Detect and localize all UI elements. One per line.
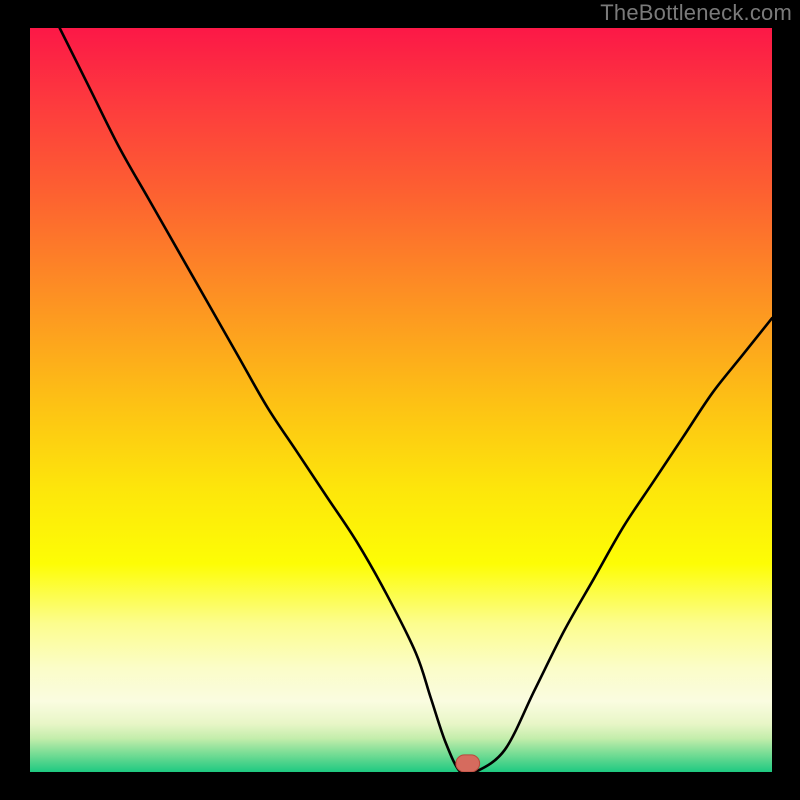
bottleneck-curve-chart bbox=[30, 28, 772, 772]
watermark-text: TheBottleneck.com bbox=[600, 0, 792, 26]
plot-area bbox=[30, 28, 772, 772]
chart-frame: TheBottleneck.com bbox=[0, 0, 800, 800]
optimal-point-marker bbox=[456, 755, 480, 772]
gradient-background bbox=[30, 28, 772, 772]
